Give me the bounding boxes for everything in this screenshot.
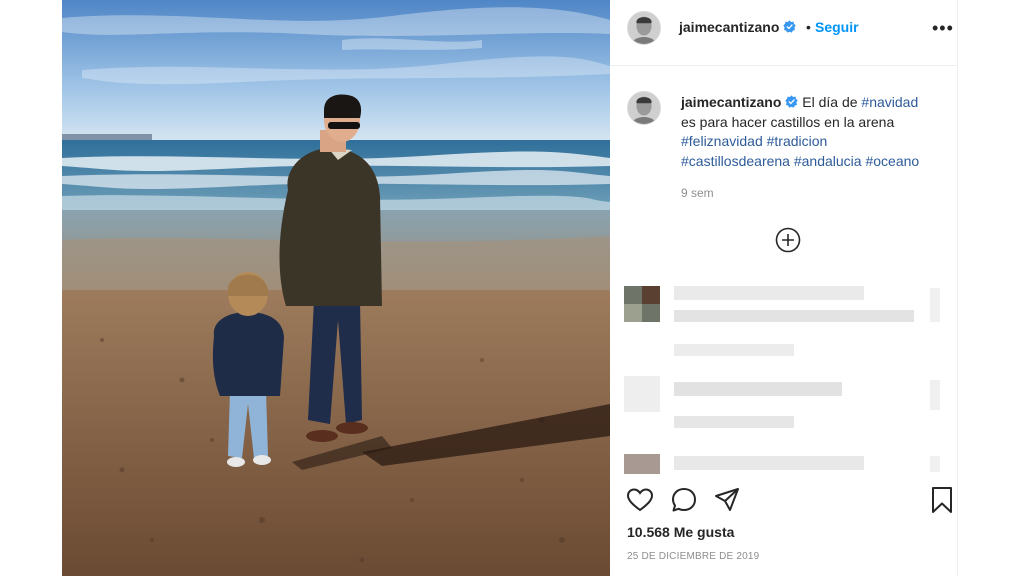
caption-text-1: El día de [802, 94, 862, 110]
follow-button[interactable]: Seguir [815, 19, 859, 35]
verified-badge-icon [783, 20, 797, 33]
hashtag-castillosdearena[interactable]: #castillosdearena [681, 153, 790, 169]
author-username-text[interactable]: jaimecantizano [679, 19, 779, 35]
verified-badge-icon [785, 95, 799, 108]
caption-avatar[interactable] [627, 91, 661, 125]
hashtag-navidad[interactable]: #navidad [861, 94, 918, 110]
post-photo[interactable] [62, 0, 610, 576]
share-icon[interactable] [713, 486, 741, 514]
bookmark-icon[interactable] [928, 486, 956, 514]
caption-username[interactable]: jaimecantizano [681, 94, 781, 110]
hashtag-andalucia[interactable]: #andalucia [794, 153, 862, 169]
post-caption: jaimecantizano El día de #navidad es par… [681, 93, 951, 171]
more-options-icon[interactable]: ••• [932, 19, 956, 37]
hashtag-tradicion[interactable]: #tradicion [767, 133, 828, 149]
load-more-plus-icon[interactable] [775, 227, 801, 253]
post-header: jaimecantizano • Seguir ••• [610, 0, 958, 66]
heart-icon[interactable] [626, 486, 654, 514]
beach-photo [62, 0, 610, 576]
comment-icon[interactable] [670, 486, 698, 514]
likes-count[interactable]: 10.568 Me gusta [627, 524, 734, 540]
hashtag-oceano[interactable]: #oceano [865, 153, 919, 169]
author-avatar[interactable] [627, 11, 661, 45]
instagram-post: jaimecantizano • Seguir ••• jaimecantiza… [0, 0, 1024, 576]
caption-time-ago[interactable]: 9 sem [681, 186, 714, 200]
post-side-panel: jaimecantizano • Seguir ••• jaimecantiza… [610, 0, 958, 576]
post-date[interactable]: 25 DE DICIEMBRE DE 2019 [627, 551, 759, 562]
post-actions [610, 484, 958, 518]
hashtag-feliznavidad[interactable]: #feliznavidad [681, 133, 763, 149]
header-separator: • [806, 19, 811, 35]
author-username[interactable]: jaimecantizano [679, 19, 797, 35]
caption-text-2: es para hacer castillos en la arena [681, 113, 895, 130]
